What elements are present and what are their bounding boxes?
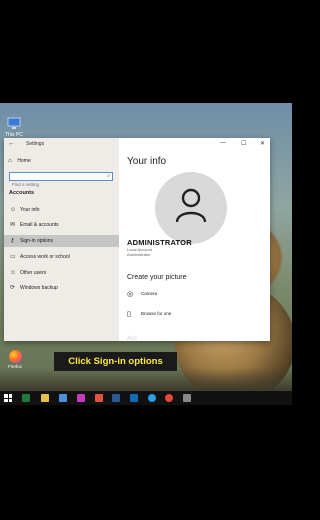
browse-option[interactable]: ▯ Browse for one [127,310,171,318]
account-role: Administrator [127,252,151,257]
user-icon [175,188,207,223]
edge-icon[interactable] [148,394,156,402]
nav-item-other-users[interactable]: ☺ Other users [4,267,119,279]
clipped-heading: Acc [127,336,138,342]
nav-home-label: Home [17,158,31,164]
settings-window: ← Settings ⌂ Home ⌕ Accounts ☺Your info … [4,138,270,342]
option-label: Camera [141,291,158,297]
back-arrow-icon[interactable]: ← [8,140,15,147]
settings-search[interactable]: ⌕ [9,172,113,188]
store-icon[interactable] [59,394,67,402]
nav-item-windows-backup[interactable]: ⟳ Windows backup [4,282,119,294]
instruction-caption: Click Sign-in options [54,352,177,371]
nav-item-label: Other users [20,270,47,276]
nav-item-access-work[interactable]: ▭ Access work or school [4,251,119,263]
nav-item-label: Sign-in options [20,238,54,244]
nav-item-label: Email & accounts [20,222,59,228]
browse-icon: ▯ [127,311,131,318]
brave-icon[interactable] [95,394,103,402]
close-icon[interactable]: ✕ [260,140,265,147]
nav-item-email-accounts[interactable]: ✉ Email & accounts [4,219,119,231]
title-bar: ← Settings [4,138,119,150]
nav-item-sign-in-options[interactable]: ⚷ Sign-in options [4,235,119,247]
briefcase-icon: ▭ [10,254,16,260]
firefox-icon [8,350,22,363]
nav-item-label: Access work or school [20,254,70,260]
avatar [155,172,227,244]
home-icon: ⌂ [8,158,12,164]
option-label: Browse for one [141,311,172,317]
windows-start-icon[interactable] [4,394,12,402]
mail-icon: ✉ [10,222,16,228]
file-explorer-icon[interactable] [41,394,49,402]
desktop-icon-this-pc[interactable]: This PC [0,117,28,138]
media-icon[interactable] [77,394,85,402]
chrome-icon[interactable] [165,394,173,402]
nav-item-your-info[interactable]: ☺ Your info [4,204,119,216]
nav-item-label: Your info [20,207,40,213]
window-title: Settings [26,141,45,147]
settings-nav-pane: ← Settings ⌂ Home ⌕ Accounts ☺Your info … [4,138,119,341]
create-picture-heading: Create your picture [127,274,187,281]
section-heading: Accounts [9,190,35,196]
minimize-icon[interactable]: — [220,140,226,146]
person-icon: ☺ [10,207,17,213]
maximize-icon[interactable]: ☐ [241,140,246,147]
outlook-icon[interactable] [130,394,138,402]
camera-option[interactable]: ◎ Camera [127,290,157,298]
sync-icon: ⟳ [10,285,16,291]
search-icon: ⌕ [107,173,110,179]
word-icon[interactable] [112,394,120,402]
settings-gear-icon[interactable] [183,394,191,402]
camera-icon: ◎ [127,291,134,298]
nav-item-label: Windows backup [20,285,58,291]
user-name: ADMINISTRATOR [127,238,192,247]
nav-home[interactable]: ⌂ Home [8,158,31,164]
people-icon: ☺ [10,270,17,276]
desktop-icon-label: Firefox [8,364,22,369]
desktop-icon-firefox[interactable]: Firefox [4,350,26,369]
key-icon: ⚷ [10,238,15,244]
search-input[interactable] [10,181,102,188]
taskbar [0,391,292,405]
excel-icon[interactable] [22,394,30,402]
computer-icon [6,117,22,131]
page-title: Your info [127,156,167,167]
title-bar-controls: — ☐ ✕ [119,138,270,150]
